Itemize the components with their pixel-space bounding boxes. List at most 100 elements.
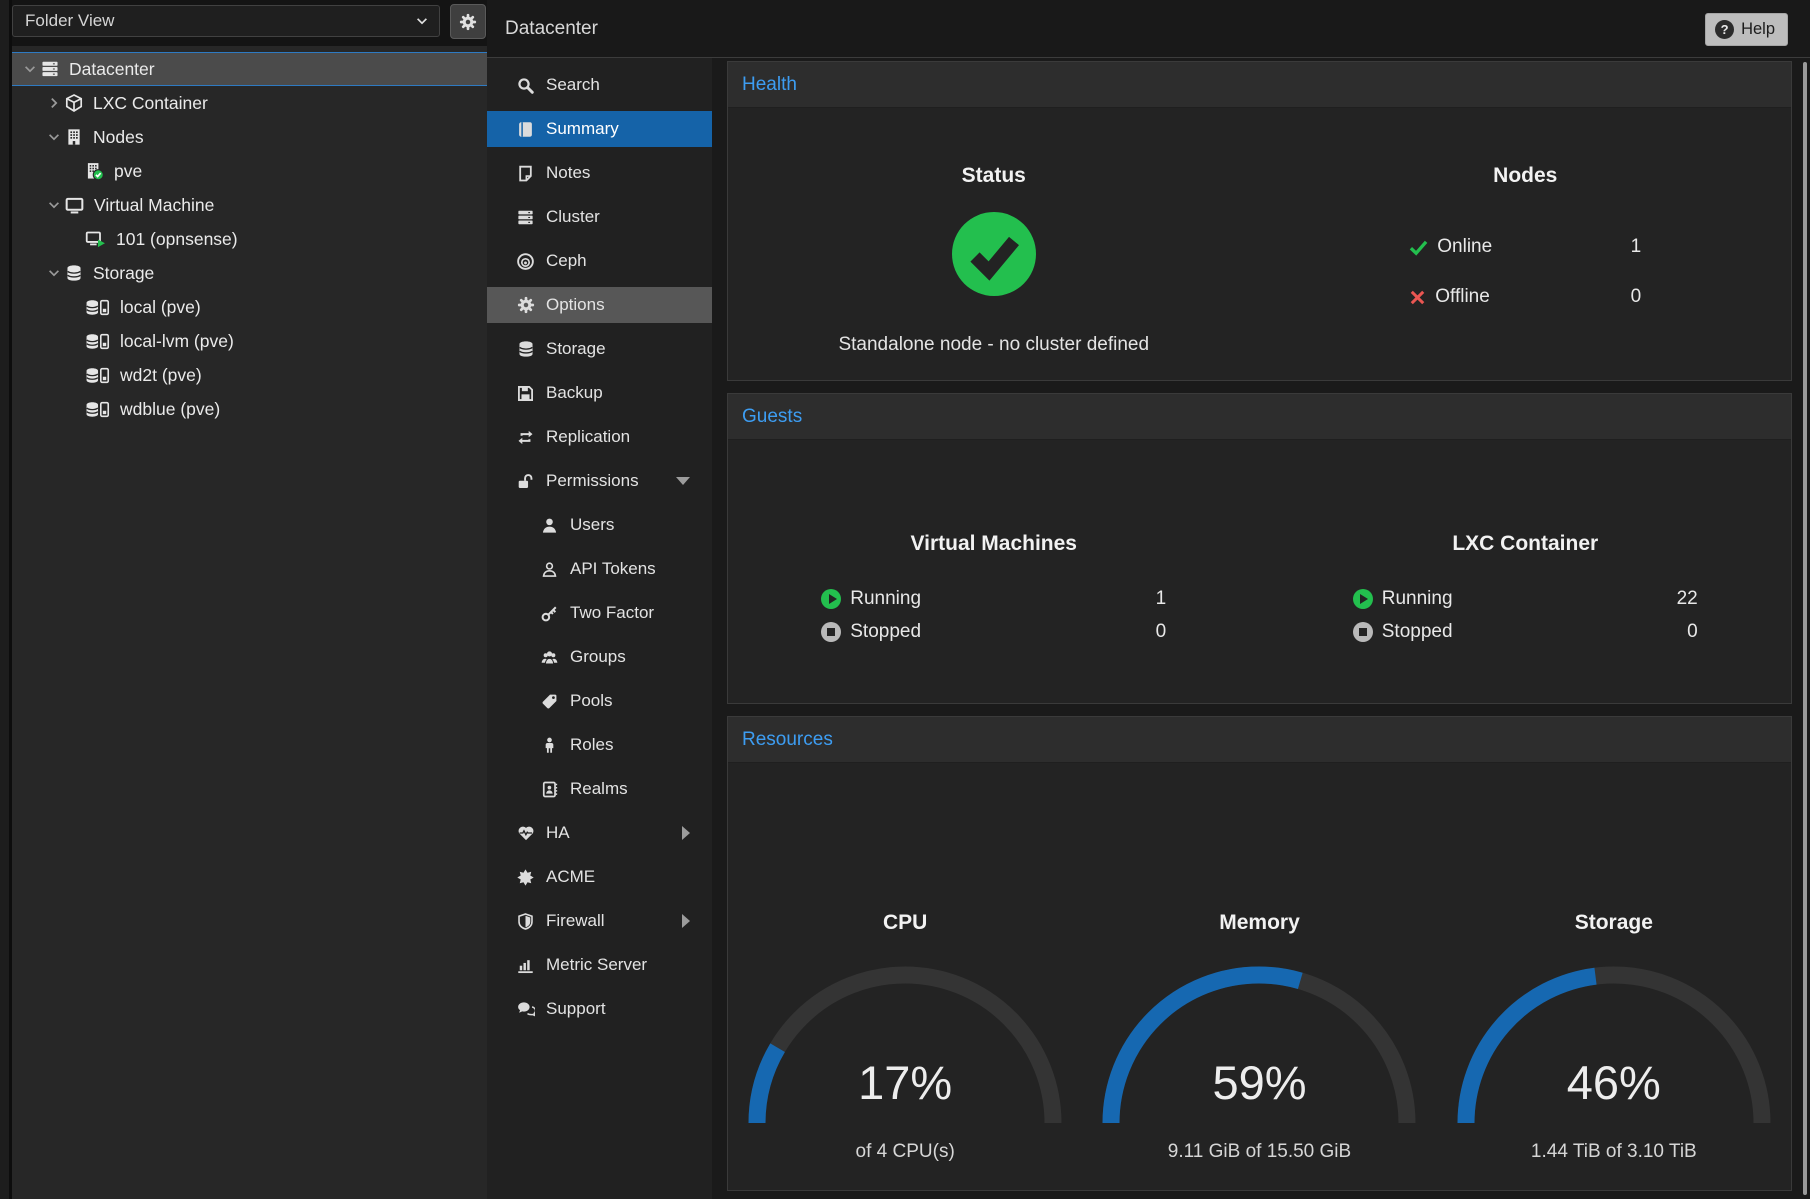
book-icon xyxy=(516,121,535,138)
user-outline-icon xyxy=(540,561,559,578)
menu-item-realms[interactable]: Realms xyxy=(487,771,712,807)
menu-item-pools[interactable]: Pools xyxy=(487,683,712,719)
resource-tree: DatacenterLXC Container Nodes pve Virtual M… xyxy=(12,52,487,426)
tree-item-wdblue-pve[interactable]: wdblue (pve) xyxy=(12,392,487,426)
status-message: Standalone node - no cluster defined xyxy=(728,334,1260,356)
tree-item-storage[interactable]: Storage xyxy=(12,256,487,290)
gauge-percent: 46% xyxy=(1437,1055,1791,1110)
menu-item-summary[interactable]: Summary xyxy=(487,111,712,147)
tree-item-label: wdblue (pve) xyxy=(120,399,220,420)
key-icon xyxy=(540,605,559,622)
health-section: Health Status Standalone node - no clust… xyxy=(727,61,1792,381)
stop-circle-icon xyxy=(821,622,841,642)
tree-item-local-pve[interactable]: local (pve) xyxy=(12,290,487,324)
database-drive-icon xyxy=(85,401,110,418)
menu-item-notes[interactable]: Notes xyxy=(487,155,712,191)
tree-item-label: pve xyxy=(114,161,142,182)
menu-item-ha[interactable]: HA xyxy=(487,815,712,851)
resource-tree-panel: Folder View DatacenterLXC Container Nodes… xyxy=(12,0,487,1199)
menu-item-cluster[interactable]: Cluster xyxy=(487,199,712,235)
gauge-subtext: of 4 CPU(s) xyxy=(728,1141,1082,1163)
tree-item-lxc-container[interactable]: LXC Container xyxy=(12,86,487,120)
tree-item-pve[interactable]: pve xyxy=(12,154,487,188)
summary-content: Health Status Standalone node - no clust… xyxy=(712,58,1810,1199)
tree-item-label: Nodes xyxy=(93,127,144,148)
guest-row-stopped: Stopped0 xyxy=(821,615,1166,648)
guests-column-virtual-machines: Virtual MachinesRunning1Stopped0 xyxy=(728,440,1260,703)
tree-item-wd2t-pve[interactable]: wd2t (pve) xyxy=(12,358,487,392)
cross-icon xyxy=(1409,289,1426,306)
menu-item-label: Options xyxy=(546,295,605,315)
menu-item-options[interactable]: Options xyxy=(487,287,712,323)
tree-item-virtual-machine[interactable]: Virtual Machine xyxy=(12,188,487,222)
guest-rows: Running22Stopped0 xyxy=(1353,582,1698,648)
tree-item-datacenter[interactable]: Datacenter xyxy=(12,52,487,86)
menu-item-label: Users xyxy=(570,515,614,535)
cube-icon xyxy=(65,94,83,112)
menu-item-label: Firewall xyxy=(546,911,605,931)
chevron-down-icon[interactable] xyxy=(22,62,37,76)
nodes-status-column: Nodes Online1Offline0 xyxy=(1260,108,1792,380)
menu-item-roles[interactable]: Roles xyxy=(487,727,712,763)
guest-row-running: Running22 xyxy=(1353,582,1698,615)
chevron-down-icon[interactable] xyxy=(46,266,61,280)
guests-section-title: Guests xyxy=(742,406,802,428)
chevron-right-icon[interactable] xyxy=(46,96,61,110)
resources-section-header: Resources xyxy=(728,717,1791,763)
view-mode-select[interactable]: Folder View xyxy=(12,5,440,37)
status-heading: Status xyxy=(728,164,1260,188)
datacenter-panel: Datacenter ? Help SearchSummaryNotesClus… xyxy=(487,0,1810,1199)
menu-item-permissions[interactable]: Permissions xyxy=(487,463,712,499)
tree-item-label: wd2t (pve) xyxy=(120,365,202,386)
chevron-down-icon xyxy=(415,14,429,28)
chevron-down-icon[interactable] xyxy=(46,130,61,144)
tree-settings-button[interactable] xyxy=(450,4,486,39)
guests-body: Virtual MachinesRunning1Stopped0LXC Cont… xyxy=(728,440,1791,703)
menu-item-storage[interactable]: Storage xyxy=(487,331,712,367)
floppy-icon xyxy=(516,385,535,402)
menu-item-label: Support xyxy=(546,999,606,1019)
tree-item-nodes[interactable]: Nodes xyxy=(12,120,487,154)
menu-item-support[interactable]: Support xyxy=(487,991,712,1027)
users-icon xyxy=(540,649,559,666)
help-button[interactable]: ? Help xyxy=(1705,13,1788,46)
menu-item-search[interactable]: Search xyxy=(487,67,712,103)
health-section-title: Health xyxy=(742,74,797,96)
chart-bar-icon xyxy=(516,957,535,974)
menu-item-label: HA xyxy=(546,823,570,843)
menu-item-two-factor[interactable]: Two Factor xyxy=(487,595,712,631)
node-state-label: Online xyxy=(1437,236,1492,258)
menu-item-ceph[interactable]: Ceph xyxy=(487,243,712,279)
guest-state-label: Stopped xyxy=(850,621,921,643)
nodes-heading: Nodes xyxy=(1260,164,1792,188)
menu-item-replication[interactable]: Replication xyxy=(487,419,712,455)
tag-icon xyxy=(540,693,559,710)
gauge-subtext: 9.11 GiB of 15.50 GiB xyxy=(1082,1141,1436,1163)
guest-state-count: 0 xyxy=(1687,621,1698,643)
menu-item-metric-server[interactable]: Metric Server xyxy=(487,947,712,983)
node-state-count: 0 xyxy=(1631,286,1642,308)
vertical-scrollbar[interactable] xyxy=(1803,62,1807,1195)
tree-item-101-opnsense[interactable]: 101 (opnsense) xyxy=(12,222,487,256)
check-icon xyxy=(1409,238,1428,257)
menu-item-users[interactable]: Users xyxy=(487,507,712,543)
menu-item-label: Two Factor xyxy=(570,603,654,623)
heartbeat-icon xyxy=(516,824,535,842)
shield-icon xyxy=(516,913,535,930)
menu-item-label: Groups xyxy=(570,647,626,667)
cluster-status-column: Status Standalone node - no cluster defi… xyxy=(728,108,1260,380)
stop-circle-icon xyxy=(1353,622,1373,642)
chevron-down-icon[interactable] xyxy=(46,198,61,212)
menu-item-groups[interactable]: Groups xyxy=(487,639,712,675)
menu-item-api-tokens[interactable]: API Tokens xyxy=(487,551,712,587)
menu-item-firewall[interactable]: Firewall xyxy=(487,903,712,939)
tree-item-local-lvm-pve[interactable]: local-lvm (pve) xyxy=(12,324,487,358)
guest-state-count: 1 xyxy=(1156,588,1167,610)
database-drive-icon xyxy=(85,299,110,316)
menu-item-backup[interactable]: Backup xyxy=(487,375,712,411)
view-mode-value: Folder View xyxy=(13,11,114,31)
monitor-play-icon xyxy=(85,230,106,248)
datacenter-menu: Search Summary Notes Cluster Ceph Options Stor… xyxy=(487,58,712,1199)
node-state-count: 1 xyxy=(1631,236,1642,258)
menu-item-acme[interactable]: ACME xyxy=(487,859,712,895)
